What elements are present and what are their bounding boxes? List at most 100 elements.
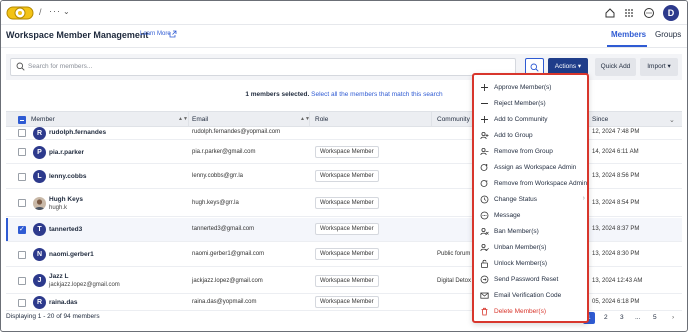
sort-icon[interactable]: ▲▼ xyxy=(178,116,188,122)
row-checkbox[interactable] xyxy=(18,199,26,207)
menu-item-delete[interactable]: Delete Member(s) xyxy=(480,305,585,319)
member-name[interactable]: naomi.gerber1 xyxy=(49,251,94,258)
role-select[interactable]: Workspace Member xyxy=(315,146,379,158)
tab-groups[interactable]: Groups xyxy=(655,30,681,39)
column-header-since[interactable]: Since xyxy=(592,116,608,123)
column-divider xyxy=(309,111,310,127)
role-select[interactable]: Workspace Member xyxy=(315,275,379,287)
chat-icon[interactable] xyxy=(643,7,655,19)
unban-user-icon xyxy=(480,243,489,252)
home-icon[interactable] xyxy=(604,7,616,19)
avatar: N xyxy=(33,248,46,261)
menu-item-remove-admin[interactable]: Remove from Workspace Admin xyxy=(480,177,587,191)
group-remove-icon xyxy=(480,147,489,156)
member-community: Digital Detox xyxy=(437,278,472,284)
member-name[interactable]: rudolph.fernandes xyxy=(49,129,106,136)
page-button-3[interactable]: 3 xyxy=(620,314,624,321)
row-checkbox[interactable] xyxy=(18,225,26,234)
admin-add-icon xyxy=(480,164,488,171)
menu-item-change-status[interactable]: Change Status › xyxy=(480,193,585,207)
plus-icon xyxy=(481,116,488,123)
page-button-5[interactable]: 5 xyxy=(653,314,657,321)
selected-count-text: 1 members selected. xyxy=(245,91,310,98)
search-icon xyxy=(16,62,25,71)
member-email: rudolph.fernandes@yopmail.com xyxy=(192,129,281,135)
chevron-down-icon[interactable]: ⌄ xyxy=(669,116,675,124)
member-name[interactable]: tannerted3 xyxy=(49,226,82,233)
menu-item-email-verification[interactable]: Email Verification Code xyxy=(480,289,585,303)
brand-logo[interactable] xyxy=(6,4,34,22)
member-email: hugh.keys@grr.la xyxy=(192,200,239,206)
breadcrumb-separator: / xyxy=(39,7,42,17)
menu-item-ban[interactable]: Ban Member(s) xyxy=(480,225,585,239)
menu-item-message[interactable]: Message xyxy=(480,209,585,223)
member-name[interactable]: Hugh Keys xyxy=(49,196,83,203)
member-email: jackjazz.lopez@gmail.com xyxy=(192,278,263,284)
chevron-down-icon[interactable]: ⌄ xyxy=(63,7,70,16)
avatar xyxy=(33,197,46,210)
column-divider xyxy=(188,111,189,127)
column-header-role[interactable]: Role xyxy=(315,116,328,123)
menu-item-unlock[interactable]: Unlock Member(s) xyxy=(480,257,585,271)
row-checkbox[interactable] xyxy=(18,277,26,285)
avatar: J xyxy=(33,274,46,287)
member-name[interactable]: pia.r.parker xyxy=(49,149,84,156)
external-link-icon[interactable] xyxy=(169,30,177,38)
select-all-checkbox[interactable] xyxy=(18,116,26,124)
menu-item-approve[interactable]: Approve Member(s) xyxy=(480,81,585,95)
menu-item-assign-admin[interactable]: Assign as Workspace Admin xyxy=(480,161,585,175)
role-select[interactable]: Workspace Member xyxy=(315,170,379,182)
menu-item-add-group[interactable]: Add to Group xyxy=(480,129,585,143)
row-checkbox[interactable] xyxy=(18,251,26,259)
member-since: 05, 2024 6:18 PM xyxy=(592,299,640,305)
tab-members[interactable]: Members xyxy=(611,30,646,39)
unlock-icon xyxy=(481,259,488,268)
member-name[interactable]: raina.das xyxy=(49,299,78,306)
trash-icon xyxy=(481,307,488,316)
quick-add-button[interactable]: Quick Add xyxy=(595,58,636,76)
learn-more-link[interactable]: Learn More xyxy=(140,31,171,37)
role-select[interactable]: Workspace Member xyxy=(315,248,379,260)
breadcrumb-more[interactable]: ··· xyxy=(49,6,61,16)
import-button[interactable]: Import ▾ xyxy=(640,58,678,76)
menu-item-unban[interactable]: Unban Member(s) xyxy=(480,241,585,255)
row-checkbox[interactable] xyxy=(18,173,26,181)
menu-item-reject[interactable]: Reject Member(s) xyxy=(480,97,585,111)
member-email: lenny.cobbs@grr.la xyxy=(192,173,244,179)
page-title: Workspace Member Management xyxy=(6,30,149,40)
column-header-community[interactable]: Community xyxy=(437,116,470,123)
apps-grid-icon[interactable] xyxy=(623,7,635,19)
role-select[interactable]: Workspace Member xyxy=(315,223,379,235)
avatar: T xyxy=(33,223,46,236)
search-input[interactable] xyxy=(28,59,508,74)
member-since: 12, 2024 7:48 PM xyxy=(592,129,640,135)
key-icon xyxy=(480,275,489,284)
admin-remove-icon xyxy=(480,180,488,187)
app-window: / ··· ⌄ D Workspace Member Management Le… xyxy=(0,0,688,332)
role-select[interactable]: Workspace Member xyxy=(315,197,379,209)
search-icon xyxy=(530,63,539,72)
row-checkbox[interactable] xyxy=(18,148,26,156)
menu-item-remove-group[interactable]: Remove from Group xyxy=(480,145,585,159)
next-page-icon[interactable]: › xyxy=(672,314,674,321)
user-avatar[interactable]: D xyxy=(663,5,679,21)
row-checkbox[interactable] xyxy=(18,129,26,137)
plus-icon xyxy=(481,84,488,91)
ban-user-icon xyxy=(480,227,489,236)
mail-icon xyxy=(480,292,489,299)
member-since: 13, 2024 8:30 PM xyxy=(592,251,640,257)
column-header-member[interactable]: Member xyxy=(31,116,55,123)
column-header-email[interactable]: Email xyxy=(192,116,208,123)
member-name[interactable]: lenny.cobbs xyxy=(49,173,86,180)
row-checkbox[interactable] xyxy=(18,299,26,307)
select-all-link[interactable]: Select all the members that match this s… xyxy=(311,91,443,98)
chevron-right-icon: › xyxy=(582,195,585,202)
menu-item-add-community[interactable]: Add to Community xyxy=(480,113,585,127)
member-email: naomi.gerber1@gmail.com xyxy=(192,251,265,257)
selected-row-indicator xyxy=(6,218,8,241)
member-name[interactable]: Jazz L xyxy=(49,273,69,280)
role-select[interactable]: Workspace Member xyxy=(315,296,379,308)
column-divider xyxy=(431,111,432,127)
page-button-2[interactable]: 2 xyxy=(604,314,608,321)
menu-item-password-reset[interactable]: Send Password Reset xyxy=(480,273,585,287)
